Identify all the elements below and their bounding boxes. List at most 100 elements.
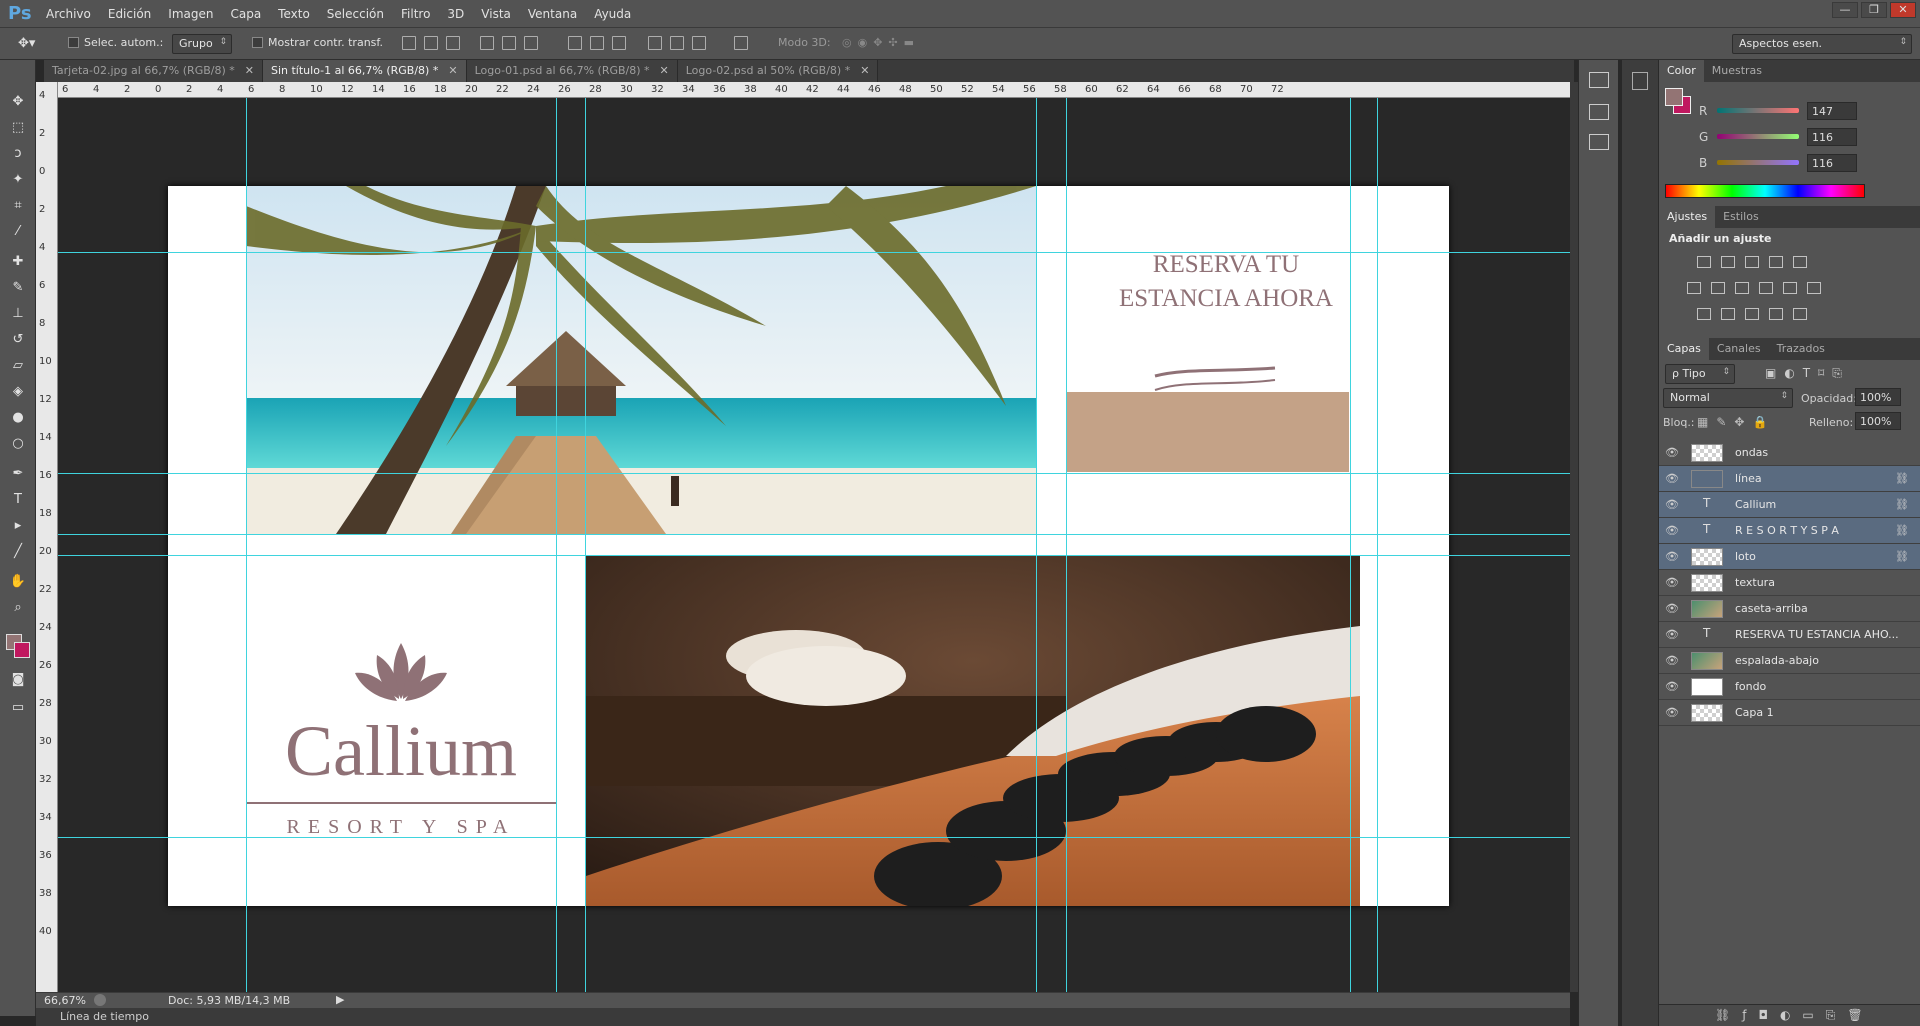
guide-vertical[interactable]	[1066, 98, 1067, 992]
selective-color-adjust-icon[interactable]	[1793, 308, 1807, 320]
distribute-bottom-icon[interactable]	[612, 36, 626, 50]
tab-color[interactable]: Color	[1659, 60, 1704, 82]
link-icon[interactable]: ⛓	[1895, 524, 1909, 537]
guide-vertical[interactable]	[1377, 98, 1378, 992]
zoom-level[interactable]: 66,67%	[44, 994, 86, 1007]
layer-row[interactable]: 👁 caseta-arriba	[1659, 596, 1920, 622]
layer-row[interactable]: 👁 ondas	[1659, 440, 1920, 466]
healing-brush-icon[interactable]: ✚	[9, 254, 27, 270]
menu-texto[interactable]: Texto	[278, 7, 310, 21]
guide-vertical[interactable]	[556, 98, 557, 992]
status-menu-arrow-icon[interactable]: ▶	[336, 993, 344, 1006]
eye-icon[interactable]: 👁	[1665, 550, 1679, 564]
workspace-dropdown[interactable]: Aspectos esen.	[1732, 34, 1912, 54]
dodge-tool-icon[interactable]: ○	[9, 436, 27, 452]
document-canvas[interactable]: RESERVA TU ESTANCIA AHORA Callium RESORT…	[168, 186, 1449, 906]
history-panel-icon[interactable]	[1589, 72, 1609, 88]
brush-tool-icon[interactable]: ✎	[9, 280, 27, 296]
menu-imagen[interactable]: Imagen	[168, 7, 213, 21]
tab-close-icon[interactable]: ✕	[448, 64, 457, 77]
align-right-icon[interactable]	[524, 36, 538, 50]
lasso-tool-icon[interactable]: ↄ	[9, 146, 27, 162]
color-lookup-adjust-icon[interactable]	[1807, 282, 1821, 294]
show-transform-checkbox[interactable]: Mostrar contr. transf.	[252, 36, 383, 49]
tab-close-icon[interactable]: ✕	[660, 64, 669, 77]
align-top-icon[interactable]	[402, 36, 416, 50]
layer-row[interactable]: 👁 espalada-abajo	[1659, 648, 1920, 674]
guide-horizontal[interactable]	[58, 252, 1570, 253]
channel-g-value[interactable]: 116	[1807, 128, 1857, 146]
align-bottom-icon[interactable]	[446, 36, 460, 50]
eye-icon[interactable]: 👁	[1665, 602, 1679, 616]
threshold-adjust-icon[interactable]	[1745, 308, 1759, 320]
tool-presets-icon[interactable]	[1632, 72, 1648, 90]
eye-icon[interactable]: 👁	[1665, 446, 1679, 460]
zoom-tool-icon[interactable]: ⌕	[9, 600, 27, 616]
align-left-icon[interactable]	[480, 36, 494, 50]
color-fg-swatch[interactable]	[1665, 88, 1683, 106]
align-hcenter-icon[interactable]	[502, 36, 516, 50]
pen-tool-icon[interactable]: ✒	[9, 466, 27, 482]
tab-channels[interactable]: Canales	[1709, 338, 1769, 360]
eyedropper-icon[interactable]: ⁄	[9, 224, 27, 240]
guide-horizontal[interactable]	[58, 837, 1570, 838]
tab-adjustments[interactable]: Ajustes	[1659, 206, 1716, 228]
posterize-adjust-icon[interactable]	[1721, 308, 1735, 320]
tab-sin-titulo-1[interactable]: Sin título-1 al 66,7% (RGB/8) * ✕	[262, 60, 467, 82]
path-select-icon[interactable]: ▸	[9, 518, 27, 534]
tab-styles[interactable]: Estilos	[1715, 206, 1767, 228]
actions-panel-icon[interactable]	[1589, 104, 1609, 120]
tab-layers[interactable]: Capas	[1659, 338, 1709, 360]
menu-edici-n[interactable]: Edición	[108, 7, 151, 21]
channel-b-slider[interactable]	[1717, 160, 1799, 165]
black-white-adjust-icon[interactable]	[1735, 282, 1749, 294]
layer-row[interactable]: 👁 T RESERVA TU ESTANCIA AHO...	[1659, 622, 1920, 648]
vertical-ruler[interactable]: 4 2 0 2 4 6 8 10 12 14 16 18 20 22 24 26 28 30 32 34 36 38 40	[36, 82, 58, 992]
levels-adjust-icon[interactable]	[1721, 256, 1735, 268]
menu-3d[interactable]: 3D	[447, 7, 464, 21]
guide-horizontal[interactable]	[58, 534, 1570, 535]
blend-mode-dropdown[interactable]: Normal	[1663, 388, 1793, 408]
layer-row[interactable]: 👁 loto ⛓	[1659, 544, 1920, 570]
distribute-right-icon[interactable]	[692, 36, 706, 50]
invert-adjust-icon[interactable]	[1697, 308, 1711, 320]
tab-close-icon[interactable]: ✕	[860, 64, 869, 77]
minimize-button[interactable]: —	[1832, 2, 1858, 18]
distribute-left-icon[interactable]	[648, 36, 662, 50]
eraser-tool-icon[interactable]: ▱	[9, 358, 27, 374]
layer-row[interactable]: 👁 Capa 1	[1659, 700, 1920, 726]
link-icon[interactable]: ⛓	[1895, 550, 1909, 563]
timeline-panel-tab[interactable]: Línea de tiempo	[36, 1008, 1570, 1026]
eye-icon[interactable]: 👁	[1665, 498, 1679, 512]
menu-archivo[interactable]: Archivo	[46, 7, 91, 21]
marquee-tool-icon[interactable]: ⬚	[9, 120, 27, 136]
photo-filter-adjust-icon[interactable]	[1759, 282, 1773, 294]
type-tool-icon[interactable]: T	[9, 492, 27, 508]
distribute-vcenter-icon[interactable]	[590, 36, 604, 50]
color-balance-adjust-icon[interactable]	[1711, 282, 1725, 294]
paint-bucket-icon[interactable]: ◈	[9, 384, 27, 400]
auto-select-checkbox[interactable]: Selec. autom.:	[68, 36, 163, 49]
link-icon[interactable]: ⛓	[1895, 472, 1909, 485]
quick-mask-icon[interactable]: ◙	[9, 672, 27, 688]
gradient-map-adjust-icon[interactable]	[1769, 308, 1783, 320]
layer-row[interactable]: 👁 fondo	[1659, 674, 1920, 700]
channel-g-slider[interactable]	[1717, 134, 1799, 139]
hue-sat-adjust-icon[interactable]	[1687, 282, 1701, 294]
canvas-workspace[interactable]: RESERVA TU ESTANCIA AHORA Callium RESORT…	[58, 98, 1570, 992]
align-vcenter-icon[interactable]	[424, 36, 438, 50]
menu-filtro[interactable]: Filtro	[401, 7, 430, 21]
eye-icon[interactable]: 👁	[1665, 472, 1679, 486]
tab-swatches[interactable]: Muestras	[1704, 60, 1770, 82]
tab-logo-01[interactable]: Logo-01.psd al 66,7% (RGB/8) * ✕	[466, 60, 678, 82]
background-color-swatch[interactable]	[14, 642, 30, 658]
channel-b-value[interactable]: 116	[1807, 154, 1857, 172]
layer-footer-icons[interactable]: ⛓ƒ◘◐▭⎘🗑	[1715, 1008, 1875, 1023]
shape-tool-icon[interactable]: ╱	[9, 544, 27, 560]
auto-select-dropdown[interactable]: Grupo	[172, 34, 232, 54]
guide-horizontal[interactable]	[58, 473, 1570, 474]
guide-vertical[interactable]	[585, 98, 586, 992]
eye-icon[interactable]: 👁	[1665, 680, 1679, 694]
blur-tool-icon[interactable]: ●	[9, 410, 27, 426]
crop-tool-icon[interactable]: ⌗	[9, 198, 27, 214]
